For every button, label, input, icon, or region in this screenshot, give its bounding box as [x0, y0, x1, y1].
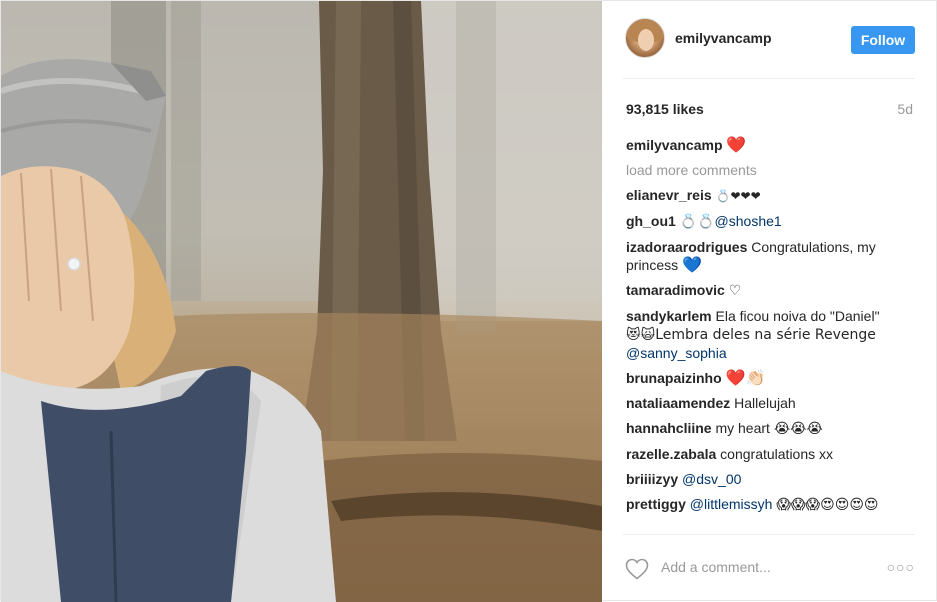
comment-text: Ela ficou noiva do "Daniel" [715, 308, 880, 324]
heart-like-icon[interactable] [625, 558, 649, 580]
comment-text: Hallelujah [734, 395, 796, 411]
comment-item: elianevr_reis 💍❤❤❤ [626, 186, 916, 205]
comment-item: brunapaizinho ❤️👏🏻 [626, 369, 916, 387]
comment-text: ♡ [728, 283, 742, 299]
comment-text: ❤️👏🏻 [725, 368, 766, 387]
comment-item: briiiizyy @dsv_00 [626, 470, 916, 488]
comments-list: emilyvancamp ❤️ load more comments elian… [626, 136, 916, 521]
comment-text: 💍❤❤❤ [715, 189, 761, 203]
comment-item: prettiggy @littlemissyh 😱😱😱😍😍😍😍 [626, 495, 916, 514]
comment-item: gh_ou1 💍💍@shoshe1 [626, 212, 916, 231]
instagram-post: emilyvancamp Follow 93,815 likes 5d emil… [0, 0, 937, 602]
comment-username[interactable]: tamaradimovic [626, 282, 725, 298]
comment-item: sandykarlem Ela ficou noiva do "Daniel" … [626, 307, 916, 362]
post-header: emilyvancamp Follow [623, 17, 915, 79]
follow-button[interactable]: Follow [851, 26, 915, 54]
comment-text: 💍💍 [679, 214, 715, 230]
comment-username[interactable]: hannahcliine [626, 420, 712, 436]
comment-item: razelle.zabala congratulations xx [626, 445, 916, 463]
comment-username[interactable]: gh_ou1 [626, 213, 676, 229]
comment-emoji: 💙 [682, 255, 702, 274]
post-details-panel: emilyvancamp Follow 93,815 likes 5d emil… [602, 1, 937, 602]
caption: emilyvancamp ❤️ [626, 136, 916, 154]
header-username[interactable]: emilyvancamp [675, 30, 772, 46]
comment-emoji: 😭😭😭 [773, 421, 823, 437]
post-footer: Add a comment... ○○○ [623, 534, 915, 602]
comment-mention[interactable]: @littlemissyh [690, 496, 773, 512]
post-photo[interactable] [1, 1, 602, 602]
comment-username[interactable]: razelle.zabala [626, 446, 716, 462]
avatar-face-shape [638, 29, 654, 51]
comment-mention[interactable]: @shoshe1 [715, 213, 782, 229]
likes-count[interactable]: 93,815 likes [626, 101, 704, 117]
comment-username[interactable]: nataliaamendez [626, 395, 730, 411]
comment-username[interactable]: prettiggy [626, 496, 686, 512]
caption-username[interactable]: emilyvancamp [626, 137, 723, 153]
comment-text-line2: 😻🙀Lembra deles na série Revenge [626, 327, 876, 343]
post-age[interactable]: 5d [897, 101, 913, 117]
photo-illustration [1, 1, 602, 602]
comment-username[interactable]: briiiizyy [626, 471, 678, 487]
comment-mention[interactable]: @sanny_sophia [626, 345, 727, 361]
comment-emoji: 😱😱😱😍😍😍😍 [776, 497, 879, 513]
more-options-icon[interactable]: ○○○ [887, 559, 915, 575]
caption-text: ❤️ [726, 135, 747, 154]
comment-text: my heart [715, 420, 770, 436]
comment-username[interactable]: elianevr_reis [626, 187, 712, 203]
avatar[interactable] [625, 18, 665, 58]
comment-mention[interactable]: @dsv_00 [682, 471, 741, 487]
add-comment-input[interactable]: Add a comment... [661, 559, 771, 575]
comment-text: congratulations xx [720, 446, 834, 462]
comment-username[interactable]: sandykarlem [626, 308, 712, 324]
comment-username[interactable]: izadoraarodrigues [626, 239, 747, 255]
load-more-comments-link[interactable]: load more comments [626, 161, 916, 179]
comment-username[interactable]: brunapaizinho [626, 370, 722, 386]
comment-item: tamaradimovic ♡ [626, 281, 916, 300]
comment-item: nataliaamendez Hallelujah [626, 394, 916, 412]
comment-item: izadoraarodrigues Congratulations, my pr… [626, 238, 916, 274]
likes-row: 93,815 likes 5d [626, 101, 913, 119]
comment-item: hannahcliine my heart 😭😭😭 [626, 419, 916, 438]
